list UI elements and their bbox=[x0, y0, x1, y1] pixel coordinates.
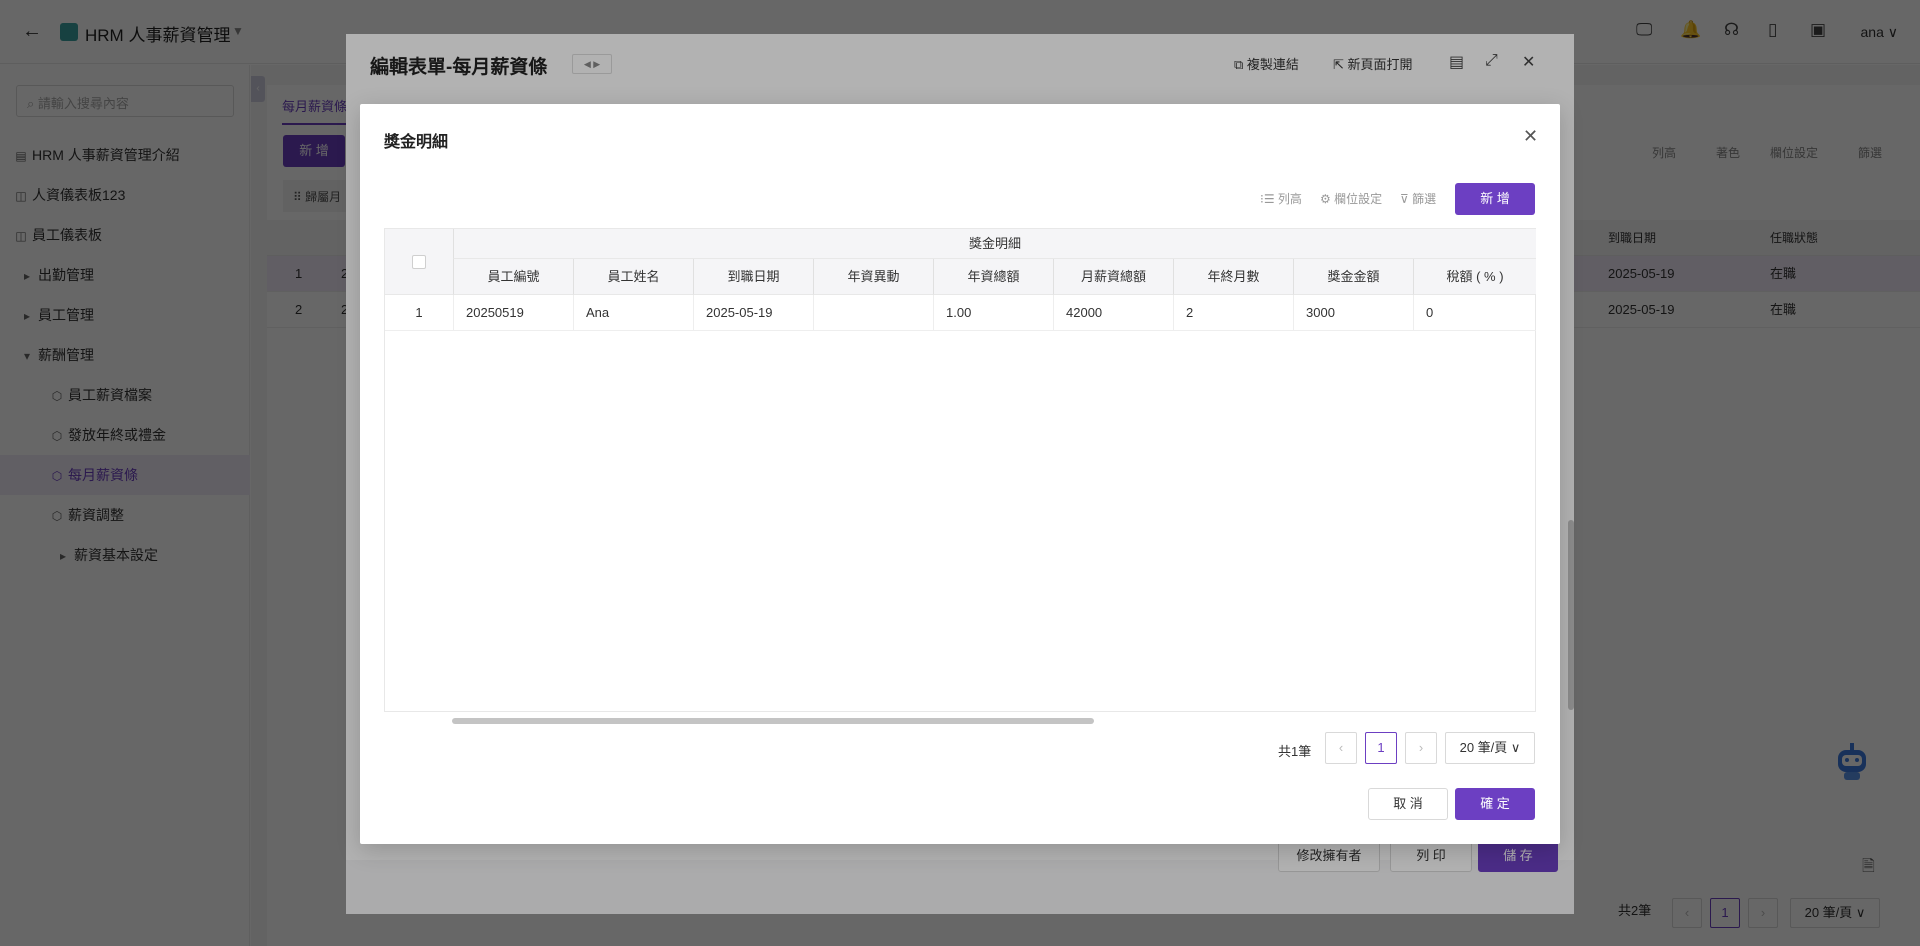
col-employee-id: 員工編號 bbox=[453, 259, 573, 295]
cell-employee-id[interactable]: 20250519 bbox=[453, 295, 573, 331]
current-page[interactable]: 1 bbox=[1365, 732, 1397, 764]
filter-label: 篩選 bbox=[1412, 192, 1437, 206]
row-height-label: 列高 bbox=[1277, 192, 1302, 206]
cancel-button[interactable]: 取 消 bbox=[1368, 788, 1448, 820]
col-bonus-amount: 獎金金額 bbox=[1293, 259, 1413, 295]
col-tax-rate: 稅額 ( % ) bbox=[1413, 259, 1536, 295]
cell-year-end-months[interactable]: 2 bbox=[1173, 295, 1293, 331]
col-seniority-total: 年資總額 bbox=[933, 259, 1053, 295]
group-header: 獎金明細 bbox=[453, 229, 1536, 259]
cell-seniority-change[interactable] bbox=[813, 295, 933, 331]
col-monthly-salary: 月薪資總額 bbox=[1053, 259, 1173, 295]
cell-bonus-amount[interactable]: 3000 bbox=[1293, 295, 1413, 331]
horizontal-scrollbar[interactable] bbox=[452, 718, 1094, 724]
column-settings-label: 欄位設定 bbox=[1334, 192, 1383, 206]
bonus-detail-title: 獎金明細 bbox=[384, 134, 449, 151]
bonus-detail-table: 獎金明細 員工編號 員工姓名 到職日期 年資異動 年資總額 月薪資總額 年終月數… bbox=[384, 228, 1536, 712]
select-all-checkbox[interactable] bbox=[412, 255, 426, 269]
row-height-tool[interactable]: ⁝☰ 列高 bbox=[1260, 190, 1302, 207]
column-settings-tool[interactable]: ⚙ 欄位設定 bbox=[1320, 190, 1382, 207]
col-year-end-months: 年終月數 bbox=[1173, 259, 1293, 295]
cell-monthly-salary[interactable]: 42000 bbox=[1053, 295, 1173, 331]
next-page-icon[interactable]: › bbox=[1405, 732, 1437, 764]
confirm-button[interactable]: 確 定 bbox=[1455, 788, 1535, 820]
cell-seniority-total[interactable]: 1.00 bbox=[933, 295, 1053, 331]
cell-tax-rate[interactable]: 0 bbox=[1413, 295, 1536, 331]
filter-tool[interactable]: ⊽ 篩選 bbox=[1400, 190, 1436, 207]
close-icon[interactable]: ✕ bbox=[1523, 126, 1538, 147]
page-size-select[interactable]: 20 筆/頁 ∨ bbox=[1445, 732, 1535, 764]
cell-employee-name[interactable]: Ana bbox=[573, 295, 693, 331]
bonus-detail-modal: 獎金明細 ✕ ⁝☰ 列高 ⚙ 欄位設定 ⊽ 篩選 新 增 獎金明細 員工編號 員… bbox=[360, 104, 1560, 844]
col-employee-name: 員工姓名 bbox=[573, 259, 693, 295]
col-seniority-change: 年資異動 bbox=[813, 259, 933, 295]
col-start-date: 到職日期 bbox=[693, 259, 813, 295]
add-button[interactable]: 新 增 bbox=[1455, 183, 1535, 215]
total-count: 共1筆 bbox=[1278, 744, 1312, 759]
row-index: 1 bbox=[385, 295, 453, 331]
select-all-cell bbox=[385, 229, 453, 295]
prev-page-icon[interactable]: ‹ bbox=[1325, 732, 1357, 764]
cell-start-date[interactable]: 2025-05-19 bbox=[693, 295, 813, 331]
